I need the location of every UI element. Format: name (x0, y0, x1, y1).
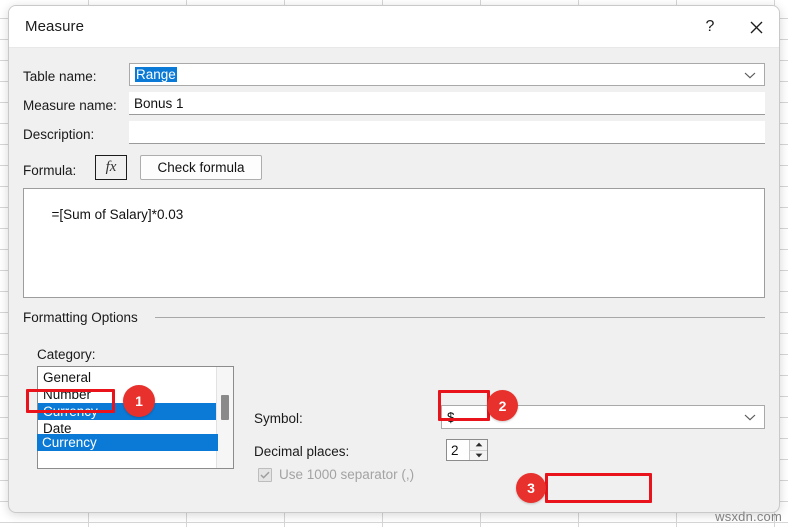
question-mark-icon: ? (705, 18, 715, 35)
use-1000-separator-row[interactable]: Use 1000 separator (,) (258, 467, 414, 482)
measure-name-input[interactable]: Bonus 1 (129, 92, 765, 115)
list-item-currency[interactable]: Currency (38, 403, 217, 420)
table-name-value: Range (135, 67, 177, 82)
formula-label: Formula: (23, 163, 77, 178)
formatting-options-label: Formatting Options (23, 310, 138, 325)
scrollbar-thumb[interactable] (221, 395, 229, 420)
close-button[interactable] (733, 6, 779, 48)
titlebar-buttons: ? (687, 6, 779, 48)
group-separator (155, 317, 765, 318)
close-icon (750, 21, 762, 33)
symbol-combobox[interactable]: $ (441, 405, 765, 429)
chevron-down-icon (744, 410, 756, 425)
list-item-general[interactable]: General (38, 369, 217, 386)
stepper-buttons (469, 440, 487, 460)
check-icon (260, 471, 270, 479)
function-icon: fx (105, 159, 117, 175)
dialog-titlebar: Measure ? (9, 6, 779, 48)
dialog-title: Measure (25, 18, 85, 35)
use-1000-separator-checkbox[interactable] (258, 467, 272, 482)
symbol-label: Symbol: (254, 411, 303, 426)
measure-name-value: Bonus 1 (134, 95, 184, 111)
check-formula-button[interactable]: Check formula (140, 155, 262, 180)
table-name-combobox[interactable]: Range (129, 63, 765, 86)
caret-down-icon (475, 453, 482, 458)
stepper-down-button[interactable] (470, 450, 487, 460)
category-listbox[interactable]: General Number Currency Date (37, 366, 234, 469)
check-formula-label: Check formula (157, 160, 245, 175)
stepper-up-button[interactable] (470, 440, 487, 451)
use-1000-separator-label: Use 1000 separator (,) (279, 467, 415, 482)
chevron-down-icon (744, 67, 756, 82)
caret-up-icon (475, 442, 482, 447)
table-name-label: Table name: (23, 69, 97, 84)
description-label: Description: (23, 127, 95, 142)
category-scrollbar[interactable] (216, 367, 233, 468)
measure-name-label: Measure name: (23, 98, 117, 113)
watermark: wsxdn.com (715, 509, 782, 524)
selection-highlight-text: Currency (42, 435, 97, 450)
formula-value: =[Sum of Salary]*0.03 (51, 207, 184, 222)
decimal-places-value[interactable]: 2 (447, 440, 469, 460)
symbol-value: $ (447, 409, 455, 425)
category-list-items: General Number Currency Date (38, 367, 217, 468)
decimal-places-label: Decimal places: (254, 444, 350, 459)
decimal-places-stepper[interactable]: 2 (446, 439, 488, 461)
measure-dialog: Measure ? Table name: Range Measure name… (8, 5, 780, 513)
fx-button[interactable]: fx (95, 155, 127, 180)
description-input[interactable] (129, 121, 765, 144)
help-button[interactable]: ? (687, 6, 733, 48)
formula-textarea[interactable]: =[Sum of Salary]*0.03 (23, 188, 765, 298)
dialog-body: Table name: Range Measure name: Bonus 1 … (9, 48, 779, 512)
category-label: Category: (37, 347, 96, 362)
list-item-number[interactable]: Number (38, 386, 217, 403)
